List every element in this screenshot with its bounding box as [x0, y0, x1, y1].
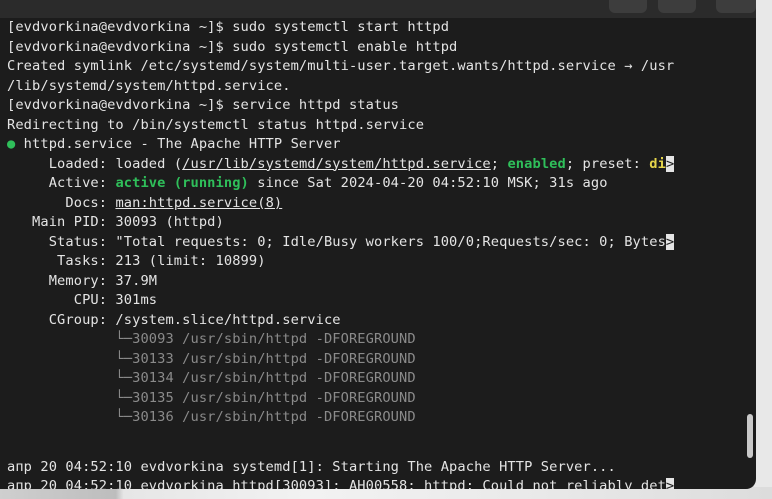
- status-tasks-line: Tasks: 213 (limit: 10899): [7, 253, 266, 269]
- loaded-preset: ; preset:: [565, 155, 650, 172]
- overflow-marker: >: [665, 478, 675, 489]
- cgroup-child: └─30136 /usr/sbin/httpd -DFOREGROUND: [7, 409, 416, 425]
- terminal-output[interactable]: [evdvorkina@evdvorkina ~]$ sudo systemct…: [7, 18, 743, 489]
- terminal-line: [evdvorkina@evdvorkina ~]$ sudo systemct…: [7, 19, 450, 35]
- status-docs-line: Docs: man:httpd.service(8): [7, 194, 743, 214]
- log-line: апр 20 04:52:10 evdvorkina systemd[1]: S…: [7, 458, 616, 475]
- overflow-marker: >: [665, 233, 675, 250]
- status-cpu-line: CPU: 301ms: [7, 292, 158, 308]
- loaded-label: Loaded:: [7, 155, 116, 172]
- scrollbar-thumb[interactable]: [747, 414, 753, 458]
- header-button[interactable]: [658, 0, 696, 13]
- desktop-background: [754, 0, 772, 499]
- terminal-line: /lib/systemd/system/httpd.service.: [7, 77, 291, 94]
- status-mainpid-line: Main PID: 30093 (httpd): [7, 214, 224, 230]
- active-label: Active:: [7, 175, 116, 191]
- status-status-line: Status: "Total requests: 0; Idle/Busy wo…: [7, 233, 743, 253]
- loaded-preset-value: di: [649, 155, 666, 172]
- header-button[interactable]: [609, 0, 647, 13]
- active-since: since Sat 2024-04-20 04:52:10 MSK; 31s a…: [248, 175, 608, 191]
- unit-title: httpd.service - The Apache HTTP Server: [15, 136, 341, 152]
- loaded-sep: ;: [490, 155, 508, 172]
- terminal-line: Redirecting to /bin/systemctl status htt…: [7, 116, 425, 133]
- header-button[interactable]: [716, 0, 756, 13]
- blank-gap: [7, 428, 743, 458]
- overflow-marker: >: [665, 155, 675, 172]
- docs-label: Docs:: [7, 194, 116, 211]
- cgroup-child: └─30093 /usr/sbin/httpd -DFOREGROUND: [7, 331, 416, 347]
- terminal-line: [evdvorkina@evdvorkina ~]$ service httpd…: [7, 97, 400, 113]
- loaded-path: /usr/lib/systemd/system/httpd.service: [182, 155, 491, 172]
- terminal-line: [evdvorkina@evdvorkina ~]$ sudo systemct…: [7, 38, 458, 55]
- status-active-line: Active: active (running) since Sat 2024-…: [7, 174, 743, 194]
- terminal-line: Created symlink /etc/systemd/system/mult…: [7, 58, 675, 74]
- log-line: апр 20 04:52:10 evdvorkina httpd[30093]:…: [7, 477, 743, 489]
- status-text: Status: "Total requests: 0; Idle/Busy wo…: [7, 233, 666, 250]
- docs-link[interactable]: man:httpd.service(8): [115, 195, 282, 211]
- loaded-pre: loaded (: [115, 155, 183, 172]
- status-loaded-line: Loaded: loaded (/usr/lib/systemd/system/…: [7, 155, 743, 175]
- terminal-header: [0, 0, 756, 18]
- cgroup-child: └─30135 /usr/sbin/httpd -DFOREGROUND: [7, 389, 416, 406]
- cgroup-child: └─30133 /usr/sbin/httpd -DFOREGROUND: [7, 350, 416, 367]
- active-value: active (running): [115, 175, 249, 191]
- terminal-window[interactable]: [evdvorkina@evdvorkina ~]$ sudo systemct…: [0, 0, 756, 489]
- loaded-enabled: enabled: [507, 155, 566, 172]
- status-cgroup-line: CGroup: /system.slice/httpd.service: [7, 311, 341, 328]
- status-memory-line: Memory: 37.9M: [7, 272, 158, 289]
- cgroup-child: └─30134 /usr/sbin/httpd -DFOREGROUND: [7, 370, 416, 386]
- status-unit-line: ● httpd.service - The Apache HTTP Server: [7, 135, 743, 155]
- log-text: апр 20 04:52:10 evdvorkina httpd[30093]:…: [7, 478, 666, 489]
